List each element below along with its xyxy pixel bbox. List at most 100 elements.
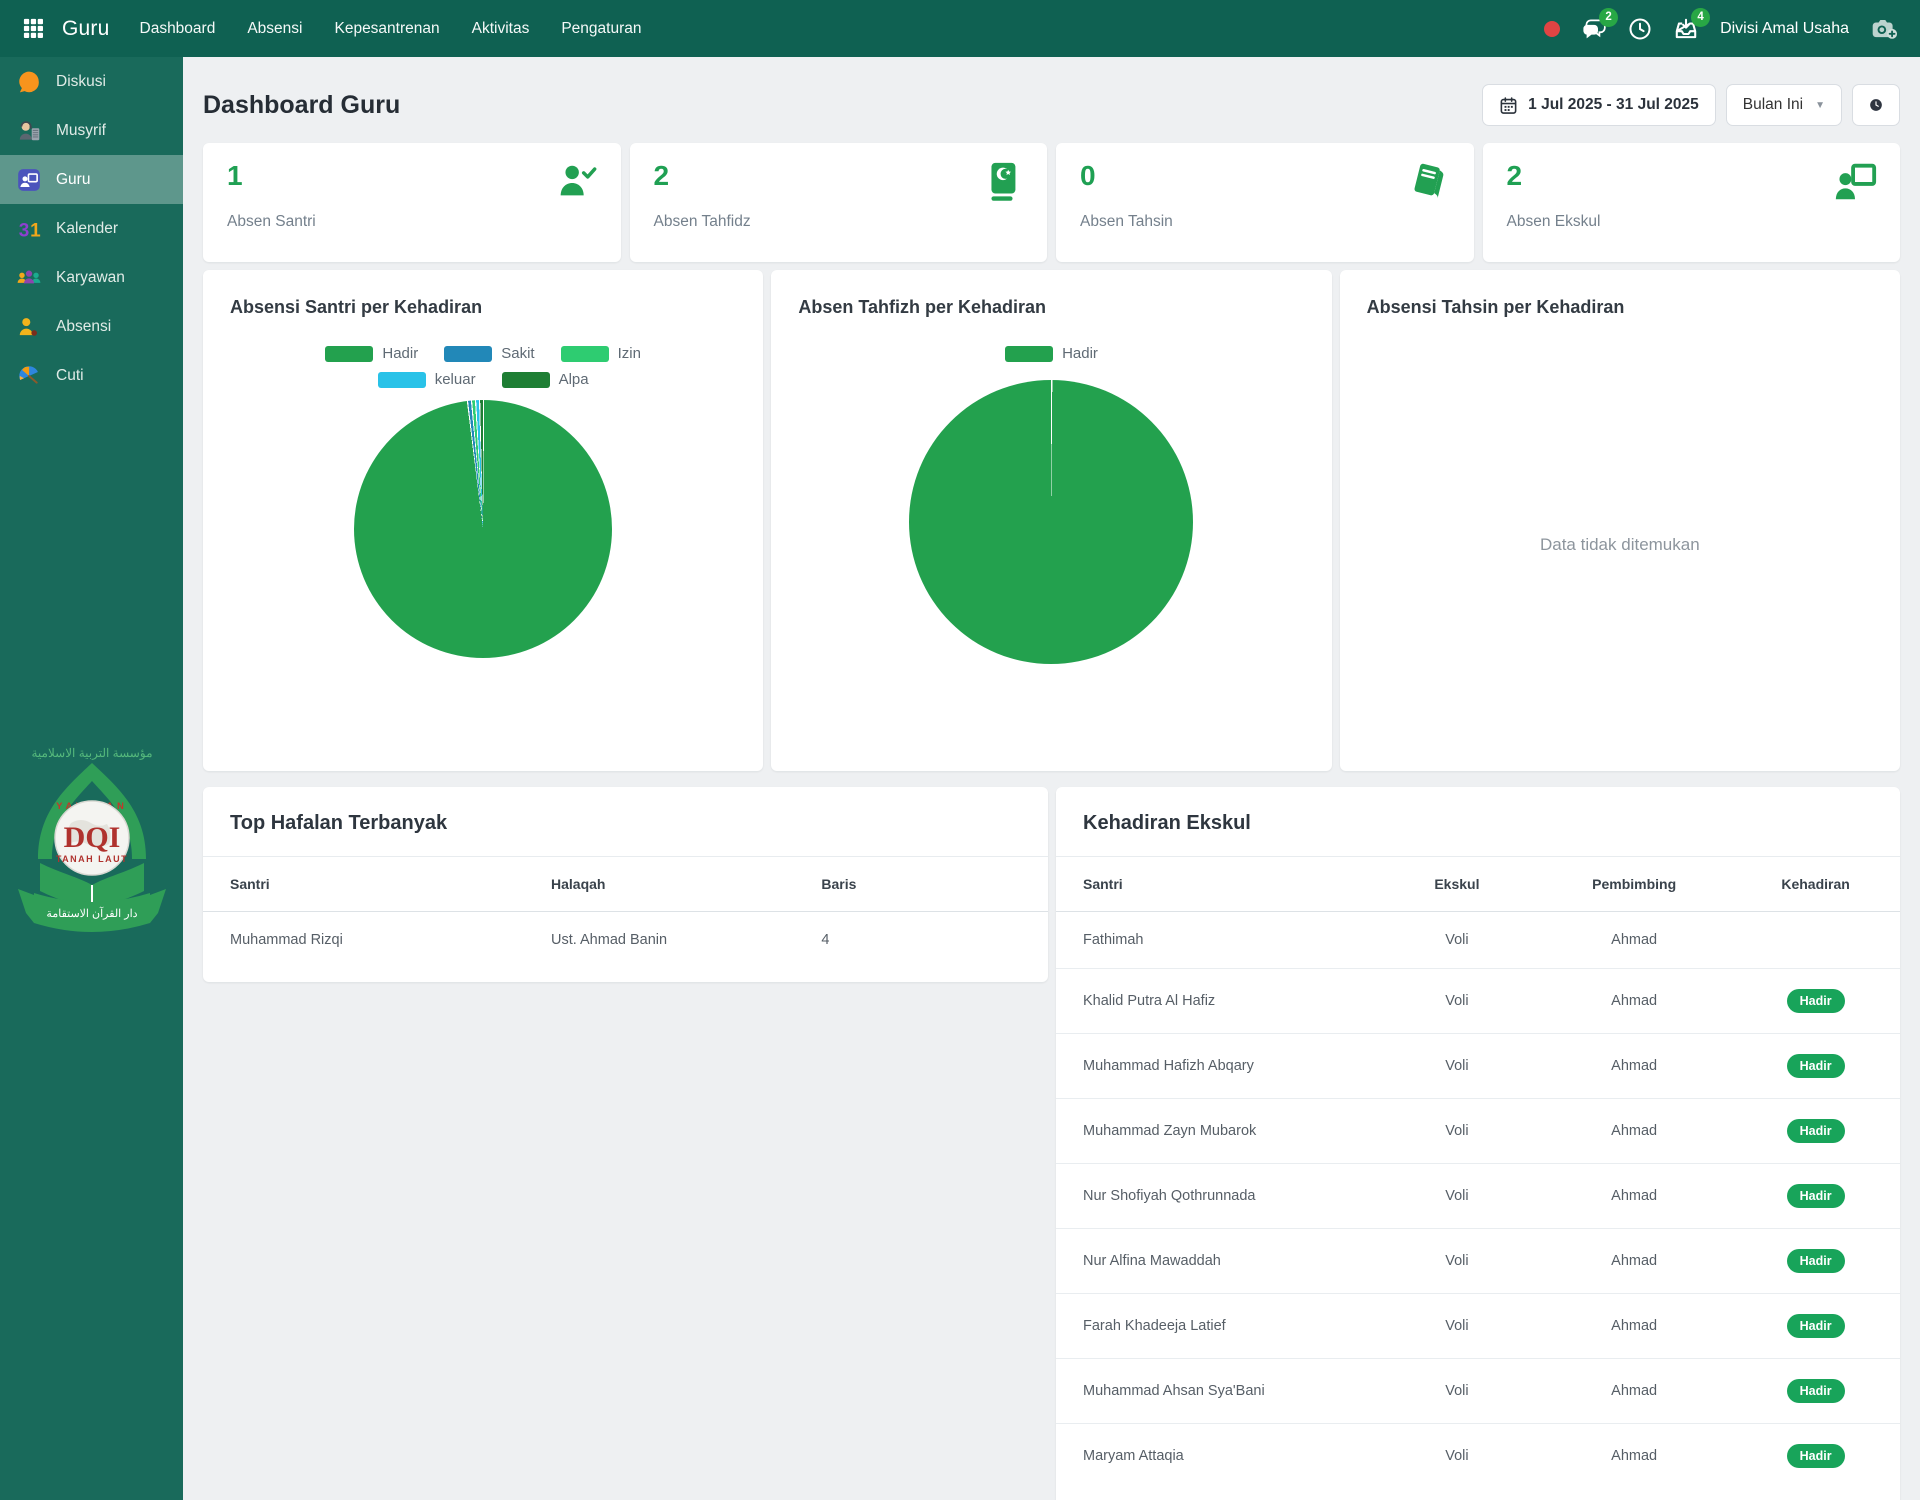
table-row: FathimahVoliAhmad	[1056, 912, 1900, 969]
stat-card-absen-santri: 1 Absen Santri	[203, 143, 621, 262]
hafalan-table: Santri Halaqah Baris Muhammad RizqiUst. …	[203, 857, 1048, 968]
table-cell: Khalid Putra Al Hafiz	[1056, 969, 1377, 1034]
table-cell: Voli	[1377, 969, 1537, 1034]
table-cell: Ust. Ahmad Banin	[541, 912, 811, 969]
stat-card-absen-ekskul: 2 Absen Ekskul	[1483, 143, 1901, 262]
page-title: Dashboard Guru	[203, 91, 400, 120]
nav-kepesantrenan[interactable]: Kepesantrenan	[334, 20, 439, 38]
chart-card-tahsin: Absensi Tahsin per Kehadiran Data tidak …	[1340, 270, 1900, 771]
user-menu[interactable]: Divisi Amal Usaha	[1720, 20, 1849, 38]
legend-label: Izin	[618, 345, 641, 362]
sidebar-item-guru[interactable]: Guru	[0, 155, 183, 204]
main-content: Dashboard Guru 1 Jul 2025 - 31 Jul 2025	[183, 57, 1920, 1500]
sidebar-item-karyawan[interactable]: Karyawan	[0, 253, 183, 302]
stat-label: Absen Tahfidz	[654, 213, 1024, 231]
table-cell: Hadir	[1731, 1034, 1900, 1099]
date-range-label: 1 Jul 2025 - 31 Jul 2025	[1528, 96, 1699, 114]
status-badge: Hadir	[1787, 1249, 1845, 1273]
legend-swatch	[561, 346, 609, 362]
table-cell: Ahmad	[1537, 1424, 1731, 1489]
sidebar-item-cuti[interactable]: Cuti	[0, 351, 183, 400]
sidebar-item-absensi[interactable]: Absensi	[0, 302, 183, 351]
legend-swatch	[1005, 346, 1053, 362]
table-cell: Ahmad	[1537, 1034, 1731, 1099]
history-button[interactable]	[1628, 17, 1652, 41]
sidebar-item-label: Diskusi	[56, 73, 106, 91]
logo-arabic-ribbon: دار القرآن الاستقامة	[46, 907, 137, 920]
stat-value: 0	[1080, 161, 1450, 192]
nav-pengaturan[interactable]: Pengaturan	[561, 20, 641, 38]
period-select[interactable]: Bulan Ini ▼	[1726, 84, 1842, 126]
legend-item[interactable]: Hadir	[325, 345, 418, 362]
messages-button[interactable]: 2	[1581, 16, 1607, 42]
period-label: Bulan Ini	[1743, 96, 1803, 114]
table-cell: Nur Shofiyah Qothrunnada	[1056, 1164, 1377, 1229]
table-cell: Muhammad Zayn Mubarok	[1056, 1099, 1377, 1164]
table-cell: Voli	[1377, 1294, 1537, 1359]
nav-aktivitas[interactable]: Aktivitas	[472, 20, 530, 38]
legend-label: Sakit	[501, 345, 534, 362]
date-range-button[interactable]: 1 Jul 2025 - 31 Jul 2025	[1482, 84, 1716, 126]
chart-title: Absen Tahfizh per Kehadiran	[798, 297, 1046, 318]
sidebar-item-diskusi[interactable]: Diskusi	[0, 57, 183, 106]
legend-item[interactable]: Hadir	[1005, 345, 1098, 362]
clock-icon	[1628, 17, 1652, 41]
stat-label: Absen Ekskul	[1507, 213, 1877, 231]
nav-dashboard[interactable]: Dashboard	[140, 20, 216, 38]
legend-swatch	[502, 372, 550, 388]
status-dot-icon	[1544, 21, 1560, 37]
stat-card-absen-tahfidz: 2 Absen Tahfidz	[630, 143, 1048, 262]
table-cell: Ahmad	[1537, 1294, 1731, 1359]
column-header: Halaqah	[541, 857, 811, 912]
legend-item[interactable]: Izin	[561, 345, 641, 362]
stat-label: Absen Tahsin	[1080, 213, 1450, 231]
table-cell: Ahmad	[1537, 912, 1731, 969]
legend-item[interactable]: Sakit	[444, 345, 534, 362]
stat-value: 1	[227, 161, 597, 192]
table-row: Khalid Putra Al HafizVoliAhmadHadir	[1056, 969, 1900, 1034]
people-group-icon	[15, 264, 43, 292]
card-title: Top Hafalan Terbanyak	[203, 787, 1048, 857]
brand-title[interactable]: Guru	[62, 17, 110, 41]
chart-legend: Hadir	[1005, 345, 1098, 362]
main-nav: Dashboard Absensi Kepesantrenan Aktivita…	[140, 20, 642, 38]
column-header: Santri	[1056, 857, 1377, 912]
time-filter-button[interactable]	[1852, 84, 1900, 126]
chart-title: Absensi Santri per Kehadiran	[230, 297, 482, 318]
person-presence-icon	[15, 313, 43, 341]
table-cell: Voli	[1377, 1099, 1537, 1164]
umbrella-icon	[15, 362, 43, 390]
table-cell: Ahmad	[1537, 1229, 1731, 1294]
sidebar-item-label: Karyawan	[56, 269, 125, 287]
sidebar-item-kalender[interactable]: 3 1 Kalender	[0, 204, 183, 253]
chart-legend: Hadir Sakit Izin keluar Alpa	[278, 345, 688, 388]
person-headset-icon	[15, 117, 43, 145]
status-badge: Hadir	[1787, 1314, 1845, 1338]
nav-absensi[interactable]: Absensi	[247, 20, 302, 38]
svg-text:TANAH LAUT: TANAH LAUT	[55, 854, 127, 864]
table-cell: Farah Khadeeja Latief	[1056, 1294, 1377, 1359]
stat-value: 2	[1507, 161, 1877, 192]
stat-value: 2	[654, 161, 1024, 192]
table-cell: Fathimah	[1056, 912, 1377, 969]
screenshot-button[interactable]	[1870, 16, 1898, 42]
logo-arabic-top: مؤسسة التربية الاسلامية	[31, 746, 152, 760]
app-grid-button[interactable]	[22, 16, 48, 42]
sidebar-item-musyrif[interactable]: Musyrif	[0, 106, 183, 155]
foundation-logo: مؤسسة التربية الاسلامية YAYASAN DQI TANA…	[16, 743, 168, 944]
table-cell: Muhammad Ahsan Sya'Bani	[1056, 1359, 1377, 1424]
table-cell: Voli	[1377, 1424, 1537, 1489]
legend-item[interactable]: keluar	[378, 371, 476, 388]
stat-label: Absen Santri	[227, 213, 597, 231]
sidebar-item-label: Guru	[56, 171, 90, 189]
quran-book-icon	[979, 159, 1025, 210]
book-icon	[1406, 159, 1452, 210]
app-root: Guru Dashboard Absensi Kepesantrenan Akt…	[0, 0, 1920, 1500]
table-cell: Voli	[1377, 1359, 1537, 1424]
card-top-hafalan: Top Hafalan Terbanyak Santri Halaqah Bar…	[203, 787, 1048, 982]
column-header: Baris	[811, 857, 1048, 912]
calendar-icon	[1499, 96, 1518, 115]
legend-label: Hadir	[382, 345, 418, 362]
legend-item[interactable]: Alpa	[502, 371, 589, 388]
inbox-button[interactable]: 4	[1673, 16, 1699, 42]
